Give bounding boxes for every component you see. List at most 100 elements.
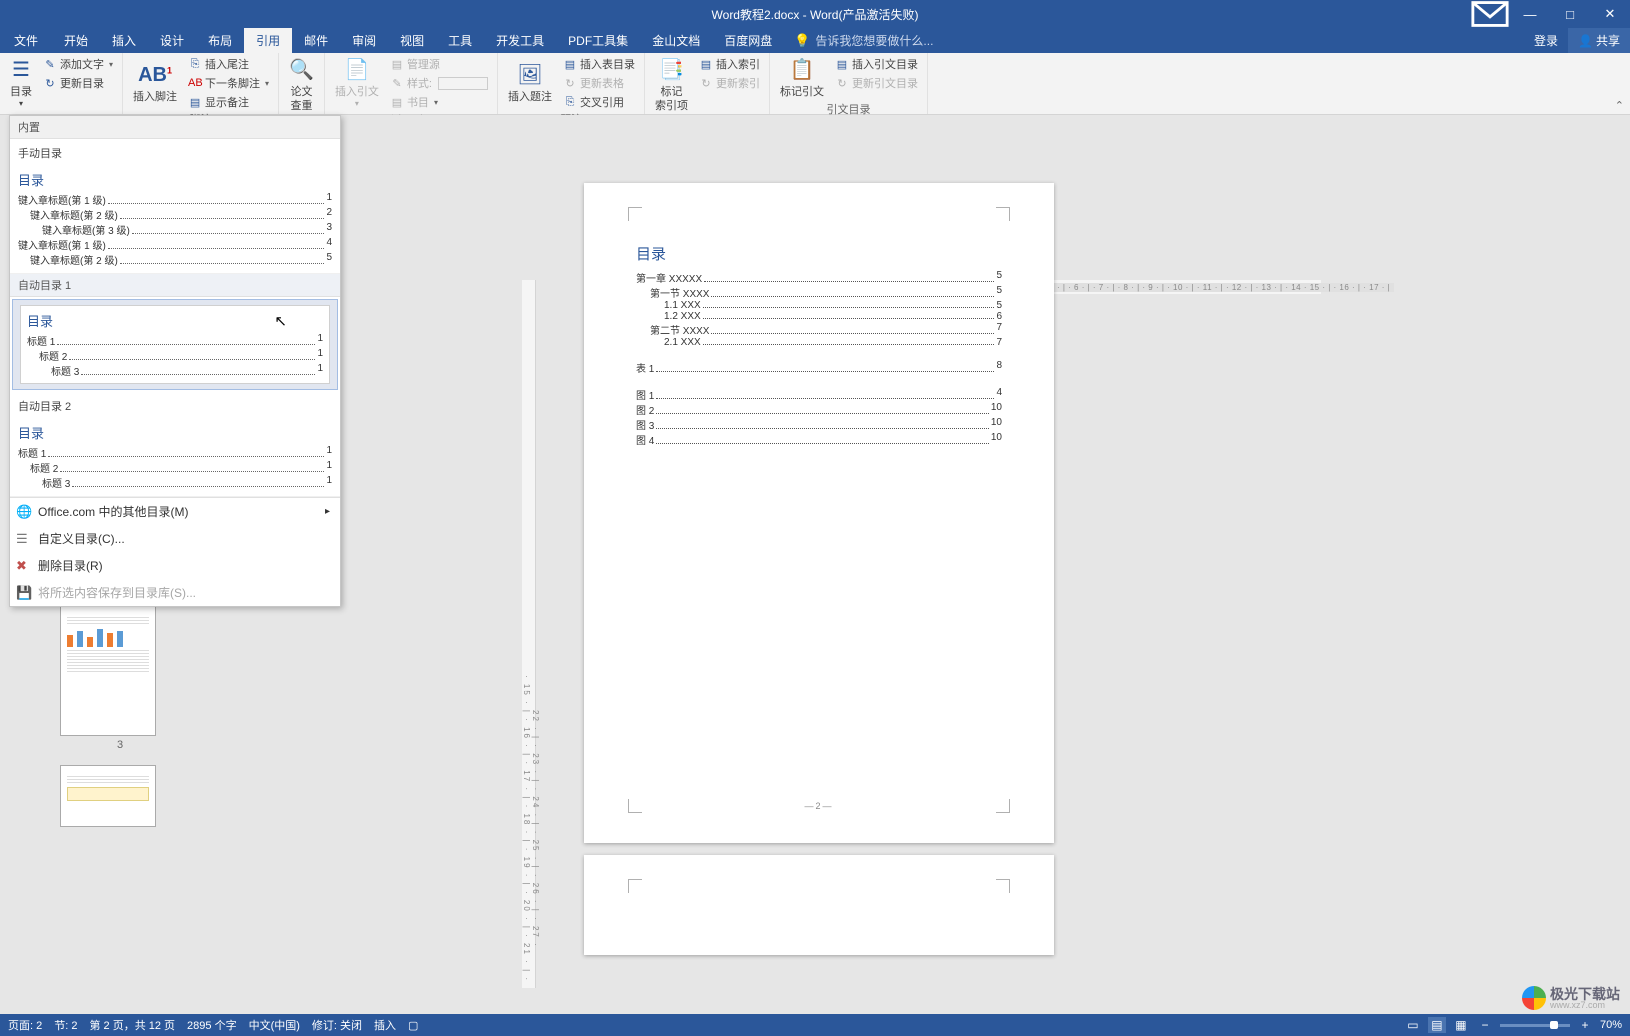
insert-endnote-button[interactable]: ⎘插入尾注 — [185, 55, 272, 73]
tab-kingsoft[interactable]: 金山文档 — [640, 28, 712, 53]
status-language[interactable]: 中文(中国) — [249, 1017, 300, 1033]
remove-toc-button[interactable]: ✖ 删除目录(R) — [10, 552, 340, 579]
toc-icon: ☰ — [12, 57, 30, 83]
tab-home[interactable]: 开始 — [52, 28, 100, 53]
status-insert-mode[interactable]: 插入 — [374, 1017, 396, 1033]
document-page-next[interactable] — [584, 855, 1054, 955]
tab-baidu[interactable]: 百度网盘 — [712, 28, 784, 53]
update-table-button[interactable]: ↻更新表格 — [560, 74, 638, 92]
title-bar: Word教程2.docx - Word(产品激活失败) — □ ✕ — [0, 0, 1630, 28]
zoom-level[interactable]: 70% — [1600, 1019, 1622, 1031]
insert-footnote-button[interactable]: AB1 插入脚注 — [129, 55, 181, 111]
tab-references[interactable]: 引用 — [244, 28, 292, 53]
mark-citation-button[interactable]: 📋 标记引文 — [776, 55, 828, 101]
tell-me-search[interactable]: 💡 告诉我您想要做什么... — [794, 28, 933, 53]
tab-tools[interactable]: 工具 — [436, 28, 484, 53]
crossref-icon: ⎘ — [563, 96, 577, 109]
show-notes-button[interactable]: ▤显示备注 — [185, 93, 272, 111]
toc-gallery-manual[interactable]: 目录 键入章标题(第 1 级)1键入章标题(第 2 级)2键入章标题(第 3 级… — [10, 164, 340, 274]
update-toa-button[interactable]: ↻更新引文目录 — [832, 74, 921, 92]
status-page[interactable]: 页面: 2 — [8, 1017, 42, 1033]
tab-review[interactable]: 审阅 — [340, 28, 388, 53]
doc-table-list: 表 18 — [636, 360, 1002, 375]
proof-label: 论文 查重 — [290, 85, 312, 114]
update-toc-button[interactable]: ↻更新目录 — [40, 74, 116, 92]
person-icon: 👤 — [1578, 34, 1593, 48]
thumbnail-page-4[interactable] — [60, 765, 156, 827]
share-label: 共享 — [1596, 32, 1620, 49]
tab-insert[interactable]: 插入 — [100, 28, 148, 53]
bibliography-button[interactable]: ▤书目▾ — [387, 93, 491, 111]
tab-design[interactable]: 设计 — [148, 28, 196, 53]
zoom-out-button[interactable]: − — [1476, 1017, 1494, 1033]
save-selection-toc-button: 💾 将所选内容保存到目录库(S)... — [10, 579, 340, 606]
toc-preview-line: 标题 31 — [27, 363, 323, 378]
citation-icon: 📄 — [344, 57, 369, 83]
update-index-icon: ↻ — [699, 77, 713, 90]
toc-gallery-panel: 内置 手动目录 目录 键入章标题(第 1 级)1键入章标题(第 2 级)2键入章… — [9, 115, 341, 607]
endnote-icon: ⎘ — [188, 58, 202, 71]
tab-pdf-tools[interactable]: PDF工具集 — [556, 28, 640, 53]
web-layout-icon[interactable]: ▦ — [1452, 1017, 1470, 1033]
next-footnote-button[interactable]: AB下一条脚注▾ — [185, 74, 272, 92]
maximize-button[interactable]: □ — [1550, 0, 1590, 28]
menu-bar: 文件 开始 插入 设计 布局 引用 邮件 审阅 视图 工具 开发工具 PDF工具… — [0, 28, 1630, 53]
status-section[interactable]: 节: 2 — [54, 1017, 77, 1033]
toc-button[interactable]: ☰ 目录 ▾ — [6, 55, 36, 112]
print-layout-icon[interactable]: ▤ — [1428, 1017, 1446, 1033]
cross-ref-button[interactable]: ⎘交叉引用 — [560, 93, 638, 111]
document-page[interactable]: 目录 第一章 XXXXX5第一节 XXXX51.1 XXX51.2 XXX6第二… — [584, 183, 1054, 843]
insert-footnote-label: 插入脚注 — [133, 90, 177, 104]
vertical-ruler: · 15 · | · 16 · | · 17 · | · 18 · | · 19… — [522, 280, 536, 988]
doc-toc-line: 2.1 XXX7 — [636, 337, 1002, 348]
watermark-sub: www.xz7.com — [1550, 1001, 1620, 1010]
toc-auto2-header: 自动目录 2 — [10, 392, 340, 417]
insert-index-button[interactable]: ▤插入索引 — [696, 55, 763, 73]
minimize-button[interactable]: — — [1510, 0, 1550, 28]
manage-sources-button[interactable]: ▤管理源 — [387, 55, 491, 73]
add-text-button[interactable]: ✎添加文字▾ — [40, 55, 116, 73]
custom-toc-button[interactable]: ☰ 自定义目录(C)... — [10, 525, 340, 552]
show-notes-icon: ▤ — [188, 96, 202, 109]
toc-gallery-auto2[interactable]: 目录 标题 11标题 21标题 31 — [10, 417, 340, 497]
watermark-main: 极光下载站 — [1550, 987, 1620, 1001]
crop-mark-icon — [628, 207, 642, 221]
toc-preview-line: 键入章标题(第 2 级)2 — [18, 207, 332, 222]
tab-developer[interactable]: 开发工具 — [484, 28, 556, 53]
macro-record-icon[interactable]: ▢ — [408, 1019, 418, 1032]
ribbon-group-footnotes: AB1 插入脚注 ⎘插入尾注 AB下一条脚注▾ ▤显示备注 脚注 — [123, 53, 279, 114]
more-toc-office-button[interactable]: 🌐 Office.com 中的其他目录(M) ▸ — [10, 498, 340, 525]
tab-mailings[interactable]: 邮件 — [292, 28, 340, 53]
close-button[interactable]: ✕ — [1590, 0, 1630, 28]
toc-panel-builtin-header: 内置 — [10, 116, 340, 139]
status-page-of[interactable]: 第 2 页，共 12 页 — [89, 1017, 175, 1033]
doc-toc-line: 图 410 — [636, 432, 1002, 447]
zoom-in-button[interactable]: + — [1576, 1017, 1594, 1033]
toc-preview-line: 键入章标题(第 2 级)5 — [18, 252, 332, 267]
insert-table-figures-button[interactable]: ▤插入表目录 — [560, 55, 638, 73]
status-track-changes[interactable]: 修订: 关闭 — [312, 1017, 362, 1033]
proof-button[interactable]: 🔍 论文 查重 — [285, 55, 318, 116]
toc-gallery-auto1[interactable]: 目录 标题 11标题 21标题 31 ↖ — [12, 299, 338, 390]
status-word-count[interactable]: 2895 个字 — [187, 1017, 237, 1033]
tab-file[interactable]: 文件 — [0, 28, 52, 53]
globe-icon: 🌐 — [16, 504, 32, 520]
insert-citation-button[interactable]: 📄 插入引文 ▾ — [331, 55, 383, 112]
login-button[interactable]: 登录 — [1524, 32, 1568, 49]
window-controls: — □ ✕ — [1470, 0, 1630, 28]
save-icon: 💾 — [16, 585, 32, 601]
ribbon-display-options-icon[interactable] — [1470, 0, 1510, 28]
insert-caption-button[interactable]: 🖼 插入题注 — [504, 55, 556, 111]
mark-entry-button[interactable]: 📑 标记 索引项 — [651, 55, 692, 116]
tab-layout[interactable]: 布局 — [196, 28, 244, 53]
read-mode-icon[interactable]: ▭ — [1404, 1017, 1422, 1033]
style-select[interactable]: ✎样式: — [387, 74, 491, 92]
thumbnail-page-3[interactable] — [60, 606, 156, 736]
insert-toa-button[interactable]: ▤插入引文目录 — [832, 55, 921, 73]
update-index-button[interactable]: ↻更新索引 — [696, 74, 763, 92]
zoom-slider[interactable] — [1500, 1024, 1570, 1027]
tab-view[interactable]: 视图 — [388, 28, 436, 53]
toc-preview-line: 键入章标题(第 3 级)3 — [18, 222, 332, 237]
share-button[interactable]: 👤 共享 — [1568, 28, 1630, 53]
collapse-ribbon-button[interactable]: ⌃ — [1615, 99, 1624, 112]
